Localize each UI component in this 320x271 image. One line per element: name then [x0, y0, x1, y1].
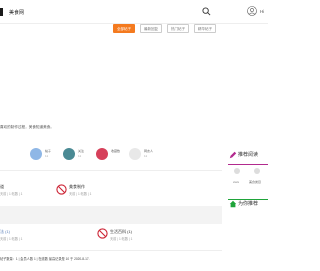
stat-label: 帖子 — [45, 149, 52, 153]
tab-all-posts[interactable]: 全部帖子 — [113, 24, 135, 33]
forum-statistics: 帖子数量：1 | 会员人数 1 | 在线数 最高记录是 10 于 2020-8-… — [0, 257, 90, 261]
stat-value: 11 — [78, 154, 82, 158]
section-band — [0, 206, 222, 224]
forum-meta-right: 天前 | 1 帖数 | 1 — [110, 237, 133, 241]
user-greeting[interactable]: Hi — [260, 9, 264, 14]
intro-text: 喜欢的制作过程，美食知道美食。 — [0, 125, 54, 129]
logo-mark[interactable] — [0, 8, 3, 16]
tab-hot-posts[interactable]: 热门帖子 — [167, 24, 189, 33]
for-you-title: 为你推荐 — [238, 201, 259, 207]
recommend-item[interactable]: 美食类目 — [249, 180, 261, 184]
follow-icon — [63, 148, 75, 160]
search-icon[interactable] — [202, 7, 211, 16]
stat-value: 11 — [144, 154, 148, 158]
stat-follow[interactable]: 关注 11 — [63, 147, 99, 163]
posts-icon — [30, 148, 42, 160]
tab-latest-replies[interactable]: 最新回复 — [140, 24, 162, 33]
stat-favorites[interactable]: 收藏数 — [96, 147, 132, 163]
divider — [0, 170, 222, 171]
site-name[interactable]: 美食网 — [9, 9, 24, 16]
stat-label: 关注 — [78, 149, 85, 153]
recommend-underline — [228, 164, 268, 165]
heart-icon — [96, 148, 108, 160]
for-you-underline — [228, 199, 268, 200]
ban-icon — [56, 184, 67, 195]
user-icon[interactable] — [247, 6, 257, 16]
stat-label: 网友人 — [144, 149, 154, 153]
recommend-item[interactable]: xxxx — [233, 180, 239, 184]
forum-title-right[interactable]: 生活百科 (1) — [110, 229, 132, 235]
members-icon — [129, 148, 141, 160]
ban-icon — [97, 228, 108, 239]
forum-title-left[interactable]: 道 — [0, 184, 4, 190]
stat-posts[interactable]: 帖子 11 — [30, 147, 66, 163]
home-icon — [229, 200, 237, 208]
forum-title-left[interactable]: 法 (1) — [0, 229, 10, 235]
recommend-thumb[interactable] — [234, 168, 240, 174]
recommend-title: 推荐阅读 — [238, 152, 259, 158]
forum-meta-left: 天前 | 1 帖数 | 1 — [0, 237, 23, 241]
divider — [0, 250, 222, 251]
stat-value: 11 — [45, 154, 49, 158]
forum-meta-left: 天前 | 1 帖数 | 1 — [0, 192, 23, 196]
stat-members[interactable]: 网友人 11 — [129, 147, 165, 163]
forum-meta-right: 天前 | 1 帖数 | 1 — [69, 192, 92, 196]
pencil-icon — [229, 151, 237, 159]
forum-title-right[interactable]: 美食制作 — [69, 184, 85, 190]
stat-label: 收藏数 — [111, 149, 121, 153]
recommend-thumb[interactable] — [254, 168, 260, 174]
top-header — [0, 0, 268, 24]
tab-featured-posts[interactable]: 精华帖子 — [194, 24, 216, 33]
